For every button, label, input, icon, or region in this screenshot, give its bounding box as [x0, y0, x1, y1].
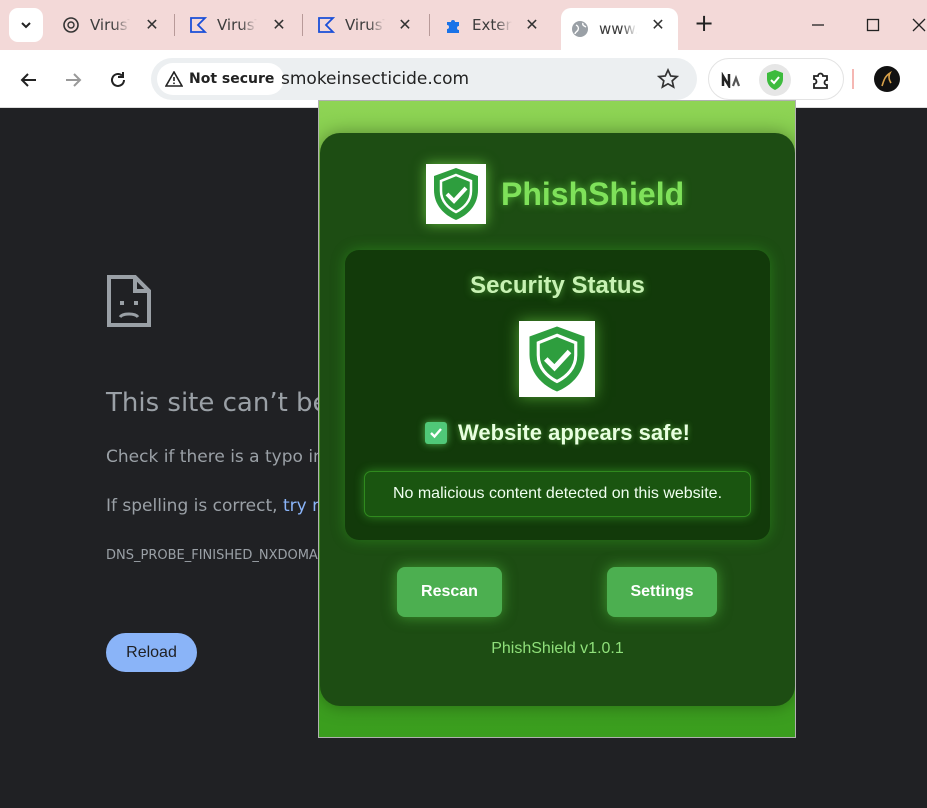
tab-strip: VirusTotal ✕ VirusTotal ✕ VirusTotal ✕ E…: [0, 0, 927, 50]
tab-virustotal-3[interactable]: VirusTotal ✕: [317, 8, 415, 42]
arrow-right-icon: [66, 73, 82, 87]
extensions-area: [708, 58, 844, 100]
chevron-down-icon: [21, 22, 31, 29]
shield-check-icon: [767, 70, 783, 90]
brand-name: PhishShield: [501, 175, 685, 212]
status-message-text: Website appears safe!: [458, 420, 690, 445]
close-tab-icon[interactable]: ✕: [142, 15, 162, 35]
close-tab-icon[interactable]: ✕: [648, 15, 668, 35]
rescan-button[interactable]: Rescan: [397, 567, 502, 617]
virustotal-icon: [317, 16, 335, 34]
checkmark-icon: [425, 422, 448, 444]
tab-virustotal-1[interactable]: VirusTotal ✕: [62, 8, 162, 42]
security-status-card: Security Status Website appears safe! No…: [345, 250, 770, 540]
security-chip[interactable]: Not secure: [157, 63, 285, 95]
extensions-menu-button[interactable]: [805, 64, 837, 96]
error-hint-spelling: If spelling is correct, try ru: [106, 496, 330, 516]
tab-search-button[interactable]: [9, 8, 43, 42]
arrow-left-icon: [20, 73, 36, 87]
maximize-button[interactable]: [858, 12, 888, 38]
tab-separator: [174, 14, 175, 36]
tab-title: Extensions: [472, 16, 512, 34]
warning-icon: [165, 71, 183, 87]
forward-button[interactable]: [59, 66, 87, 94]
minimize-button[interactable]: [803, 12, 833, 38]
tab-title: www.smokeinsecticide.com: [599, 20, 637, 38]
back-button[interactable]: [15, 66, 43, 94]
security-chip-label: Not secure: [189, 71, 275, 87]
shield-check-icon: [519, 321, 595, 397]
avatar-icon: [881, 70, 892, 87]
error-code: DNS_PROBE_FINISHED_NXDOMAIN: [106, 548, 332, 563]
close-icon: [912, 18, 926, 32]
phishshield-popup: PhishShield Security Status Website appe…: [318, 100, 796, 738]
refresh-icon: [111, 72, 125, 87]
puzzle-icon: [444, 16, 462, 34]
error-hint-typo: Check if there is a typo in: [106, 447, 324, 467]
globe-icon: [571, 20, 589, 38]
address-bar[interactable]: Not secure smokeinsecticide.com: [151, 58, 697, 100]
close-tab-icon[interactable]: ✕: [269, 15, 289, 35]
shield-logo-icon: [426, 164, 486, 224]
tab-active-site[interactable]: www.smokeinsecticide.com ✕: [561, 8, 678, 50]
virustotal-icon: [189, 16, 207, 34]
status-message: Website appears safe!: [345, 420, 770, 446]
new-tab-button[interactable]: +: [692, 11, 716, 36]
popup-panel: PhishShield Security Status Website appe…: [320, 133, 795, 706]
settings-button[interactable]: Settings: [607, 567, 717, 617]
profile-avatar[interactable]: [874, 66, 900, 92]
close-tab-icon[interactable]: ✕: [395, 15, 415, 35]
tab-title: VirusTotal: [345, 16, 385, 34]
bookmark-star-icon[interactable]: [656, 67, 680, 94]
tab-separator: [302, 14, 303, 36]
puzzle-icon: [813, 72, 828, 89]
tab-separator: [429, 14, 430, 36]
tab-title: VirusTotal: [217, 16, 257, 34]
maximize-icon: [866, 18, 880, 32]
error-hint-prefix: If spelling is correct,: [106, 496, 278, 516]
scan-detail: No malicious content detected on this we…: [364, 471, 751, 517]
phishshield-extension-button[interactable]: [759, 64, 791, 96]
sad-document-icon: [106, 274, 152, 332]
reload-page-button[interactable]: [104, 66, 132, 94]
notion-ai-icon: [721, 72, 741, 88]
tab-virustotal-2[interactable]: VirusTotal ✕: [189, 8, 289, 42]
tab-title: VirusTotal: [90, 16, 130, 34]
tab-extensions[interactable]: Extensions ✕: [444, 8, 542, 42]
openai-logo-icon: [62, 16, 80, 34]
brand-header: PhishShield: [426, 164, 684, 224]
status-title: Security Status: [470, 272, 645, 299]
url-text[interactable]: smokeinsecticide.com: [281, 69, 469, 89]
extension-button-n[interactable]: [715, 64, 747, 96]
version-label: PhishShield v1.0.1: [491, 640, 624, 657]
reload-button[interactable]: Reload: [106, 633, 197, 672]
minimize-icon: [812, 24, 824, 26]
close-tab-icon[interactable]: ✕: [522, 15, 542, 35]
toolbar-divider: [852, 69, 854, 89]
close-window-button[interactable]: [912, 12, 927, 38]
